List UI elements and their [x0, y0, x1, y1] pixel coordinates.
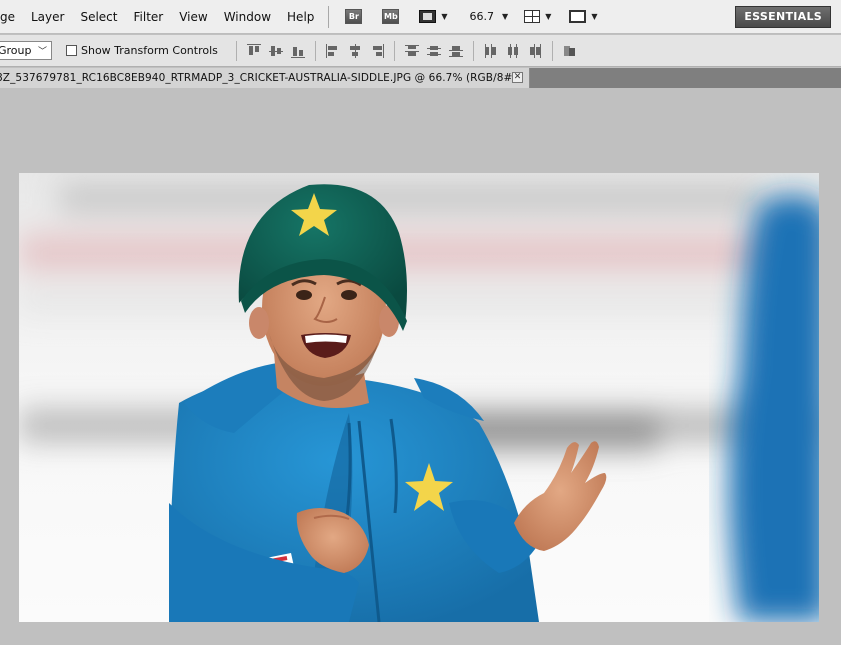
options-separator [551, 40, 553, 61]
align-vertical-centers-icon[interactable] [268, 44, 283, 58]
chevron-down-icon: ▼ [591, 12, 598, 21]
menu-filter[interactable]: Filter [126, 0, 172, 34]
show-transform-label: Show Transform Controls [81, 44, 218, 57]
align-left-edges-icon[interactable] [325, 43, 340, 58]
menu-image[interactable]: ge [0, 0, 23, 34]
menu-help[interactable]: Help [279, 0, 322, 34]
zoom-level[interactable]: 66.7 [470, 10, 495, 23]
options-separator [393, 40, 395, 61]
menu-window[interactable]: Window [216, 0, 279, 34]
document-image[interactable] [19, 173, 819, 622]
menu-view[interactable]: View [171, 0, 215, 34]
align-bottom-edges-icon[interactable] [290, 44, 305, 58]
options-separator [235, 40, 237, 61]
canvas-area[interactable] [0, 88, 841, 645]
options-separator [314, 40, 316, 61]
menu-select[interactable]: Select [72, 0, 125, 34]
align-right-edges-icon[interactable] [370, 43, 384, 58]
arrange-documents-button[interactable]: ▼ [524, 10, 551, 23]
distribute-bottom-edges-icon[interactable] [448, 44, 463, 58]
chevron-down-icon: ▼ [441, 12, 448, 21]
bridge-icon: Br [345, 9, 363, 24]
align-top-edges-icon[interactable] [246, 43, 261, 58]
menu-layer[interactable]: Layer [23, 0, 72, 34]
workspace-essentials-button[interactable]: ESSENTIALS [735, 6, 831, 28]
distribute-horizontal-centers-icon[interactable] [506, 43, 520, 58]
align-horizontal-centers-icon[interactable] [348, 43, 362, 58]
distribute-top-edges-icon[interactable] [404, 44, 419, 58]
chevron-down-icon: ﹀ [37, 47, 47, 57]
document-tab-bar: 8Z_537679781_RC16BC8EB940_RTRMADP_3_CRIC… [0, 68, 841, 88]
close-icon[interactable]: ✕ [512, 72, 523, 83]
auto-select-value: Group [0, 44, 32, 57]
options-bar: Group ﹀ Show Transform Controls [0, 35, 841, 67]
distribute-left-edges-icon[interactable] [484, 43, 498, 58]
mini-bridge-button[interactable]: Mb [382, 9, 400, 24]
document-tab-title: 8Z_537679781_RC16BC8EB940_RTRMADP_3_CRIC… [0, 72, 517, 84]
extras-button[interactable]: ▼ [419, 10, 448, 23]
screen-mode-icon [569, 10, 587, 23]
chevron-down-icon: ▼ [545, 12, 552, 21]
menu-bar: ge Layer Select Filter View Window Help … [0, 0, 841, 34]
auto-align-layers-icon[interactable] [563, 44, 577, 58]
bridge-button[interactable]: Br [345, 9, 363, 24]
show-transform-checkbox[interactable] [66, 45, 77, 56]
mini-bridge-icon: Mb [382, 9, 400, 24]
distribute-right-edges-icon[interactable] [528, 43, 542, 58]
document-tab[interactable]: 8Z_537679781_RC16BC8EB940_RTRMADP_3_CRIC… [0, 68, 530, 88]
distribute-vertical-centers-icon[interactable] [426, 44, 441, 58]
zoom-chevron-down-icon[interactable]: ▼ [502, 12, 508, 21]
auto-select-dropdown[interactable]: Group ﹀ [0, 41, 52, 60]
menu-separator [328, 5, 330, 28]
screen-mode-button[interactable]: ▼ [569, 10, 598, 23]
arrange-grid-icon [524, 10, 541, 23]
photo-illustration [19, 173, 819, 622]
film-icon [419, 10, 437, 23]
options-separator [472, 40, 474, 61]
